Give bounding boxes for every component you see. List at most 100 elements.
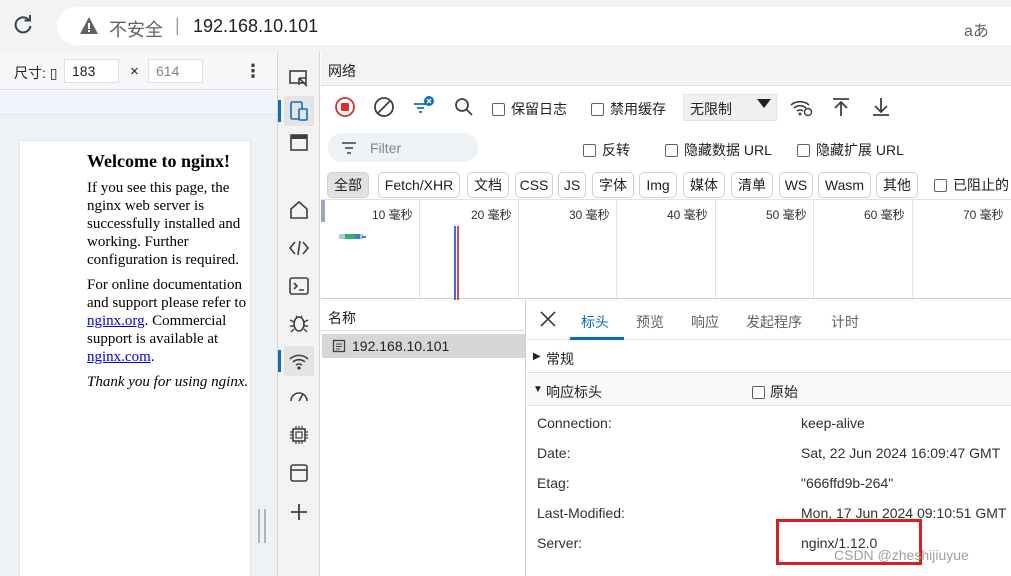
timeline-handle[interactable] [321, 200, 325, 222]
elements-icon[interactable] [284, 233, 314, 263]
type-filter-media[interactable]: 媒体 [683, 172, 725, 198]
blocked-requests-checkbox[interactable]: 已阻止的 [934, 175, 1009, 195]
checkbox-label: 保留日志 [511, 101, 567, 117]
inspect-icon[interactable] [284, 64, 314, 94]
clear-icon[interactable] [372, 95, 396, 119]
request-list: 名称 192.168.10.101 [321, 300, 526, 576]
console-icon[interactable] [284, 271, 314, 301]
export-har-icon[interactable] [869, 95, 893, 119]
checkbox[interactable] [492, 102, 505, 116]
url-text[interactable]: 192.168.10.101 [193, 16, 318, 37]
network-icon[interactable] [278, 346, 314, 376]
disable-cache-checkbox[interactable]: 禁用缓存 [591, 99, 666, 119]
checkbox[interactable] [583, 143, 596, 157]
nginx-paragraph-2: For online documentation and support ple… [87, 276, 250, 366]
address-bar[interactable]: 不安全 | 192.168.10.101 aあ [57, 7, 1011, 45]
invert-checkbox[interactable]: 反转 [583, 140, 630, 160]
expand-arrow-icon[interactable]: ▶ [533, 351, 541, 362]
checkbox-label: 禁用缓存 [610, 101, 666, 117]
request-row[interactable]: 192.168.10.101 [322, 334, 525, 358]
header-row: Date: Sat, 22 Jun 2024 16:09:47 GMT [527, 438, 1011, 468]
type-filter-js[interactable]: JS [558, 172, 586, 198]
checkbox[interactable] [752, 385, 765, 399]
hide-data-urls-checkbox[interactable]: 隐藏数据 URL [665, 140, 772, 160]
read-aloud-icon[interactable]: aあ [964, 17, 989, 41]
filter-toggle-icon[interactable] [412, 95, 436, 119]
timeline-label: 10 毫秒 [372, 208, 413, 222]
window-icon[interactable] [284, 128, 314, 158]
type-filter-font[interactable]: 字体 [592, 172, 634, 198]
collapse-arrow-icon[interactable]: ▼ [533, 384, 543, 395]
request-name[interactable]: 192.168.10.101 [352, 338, 449, 354]
type-filter-img[interactable]: Img [639, 172, 677, 198]
tab-preview[interactable]: 预览 [636, 312, 664, 332]
device-emulation-icon[interactable] [278, 96, 314, 126]
type-filter-css[interactable]: CSS [515, 172, 553, 198]
nginx-text: . [150, 349, 155, 365]
tab-headers[interactable]: 标头 [581, 312, 609, 332]
record-icon[interactable] [333, 95, 357, 119]
import-har-icon[interactable] [829, 95, 853, 119]
timeline-gridline [912, 200, 913, 300]
width-input[interactable]: 183 [64, 59, 119, 83]
type-filter-doc[interactable]: 文档 [467, 172, 509, 198]
height-input[interactable]: 614 [148, 59, 203, 83]
memory-icon[interactable] [284, 420, 314, 450]
reload-icon[interactable] [12, 14, 34, 36]
type-filter-fetch-xhr[interactable]: Fetch/XHR [378, 172, 460, 198]
application-icon[interactable] [284, 458, 314, 488]
nginx-org-link[interactable]: nginx.org [87, 313, 145, 329]
details-tabs: 标头 预览 响应 发起程序 计时 [527, 300, 1011, 340]
network-overview-timeline[interactable]: 10 毫秒 20 毫秒 30 毫秒 40 毫秒 50 毫秒 60 毫秒 70 毫… [321, 199, 1011, 300]
nginx-com-link[interactable]: nginx.com [87, 349, 151, 365]
panel-title: 网络 [328, 63, 356, 79]
device-viewport: Welcome to nginx! If you see this page, … [0, 91, 277, 576]
checkbox-label: 已阻止的 [953, 177, 1009, 193]
warning-icon[interactable] [79, 16, 99, 36]
type-filter-all[interactable]: 全部 [327, 172, 369, 198]
response-headers-section[interactable]: ▼ 响应标头 原始 [527, 374, 1011, 406]
checkbox[interactable] [934, 178, 947, 192]
checkbox-label: 反转 [602, 142, 630, 158]
type-filter-ws[interactable]: WS [779, 172, 813, 198]
type-filter-manifest[interactable]: 清单 [731, 172, 773, 198]
header-row: Connection: keep-alive [527, 408, 1011, 438]
network-conditions-icon[interactable] [789, 95, 813, 119]
checkbox[interactable] [591, 102, 604, 116]
timeline-label: 70 毫秒 [963, 208, 1004, 222]
watermark: CSDN @zheshijiuyue [834, 547, 969, 563]
dropdown-caret-icon[interactable] [757, 99, 771, 108]
bug-icon[interactable] [284, 308, 314, 338]
security-label[interactable]: 不安全 [109, 16, 163, 42]
resize-handle[interactable] [258, 509, 266, 543]
raw-checkbox[interactable]: 原始 [752, 382, 798, 402]
dom-content-loaded-line [454, 226, 456, 300]
close-icon[interactable] [539, 310, 557, 328]
filter-input[interactable]: Filter [328, 133, 478, 162]
nginx-title: Welcome to nginx! [87, 151, 230, 171]
performance-icon[interactable] [284, 382, 314, 412]
preserve-log-checkbox[interactable]: 保留日志 [492, 99, 567, 119]
timeline-label: 60 毫秒 [864, 208, 905, 222]
add-tool-icon[interactable] [284, 497, 314, 527]
name-column-header[interactable]: 名称 [328, 308, 356, 328]
checkbox[interactable] [665, 143, 678, 157]
page-preview: Welcome to nginx! If you see this page, … [20, 141, 250, 576]
request-list-header[interactable]: 名称 [321, 300, 526, 331]
type-filter-other[interactable]: 其他 [876, 172, 918, 198]
search-icon[interactable] [452, 95, 476, 119]
devtools-activity-bar [277, 52, 320, 576]
checkbox[interactable] [797, 143, 810, 157]
tab-timing[interactable]: 计时 [831, 312, 859, 332]
section-title[interactable]: 常规 [546, 349, 574, 369]
nginx-paragraph-3: Thank you for using nginx. [87, 374, 249, 390]
section-title[interactable]: 响应标头 [546, 382, 602, 402]
general-section[interactable]: ▶ 常规 [527, 341, 1011, 373]
home-icon[interactable] [284, 195, 314, 225]
type-filter-wasm[interactable]: Wasm [818, 172, 871, 198]
hide-extension-urls-checkbox[interactable]: 隐藏扩展 URL [797, 140, 904, 160]
media-query-ruler[interactable] [0, 91, 277, 115]
tab-initiator[interactable]: 发起程序 [746, 312, 802, 332]
tab-response[interactable]: 响应 [691, 312, 719, 332]
more-options-icon[interactable]: ⋮ [244, 61, 262, 82]
